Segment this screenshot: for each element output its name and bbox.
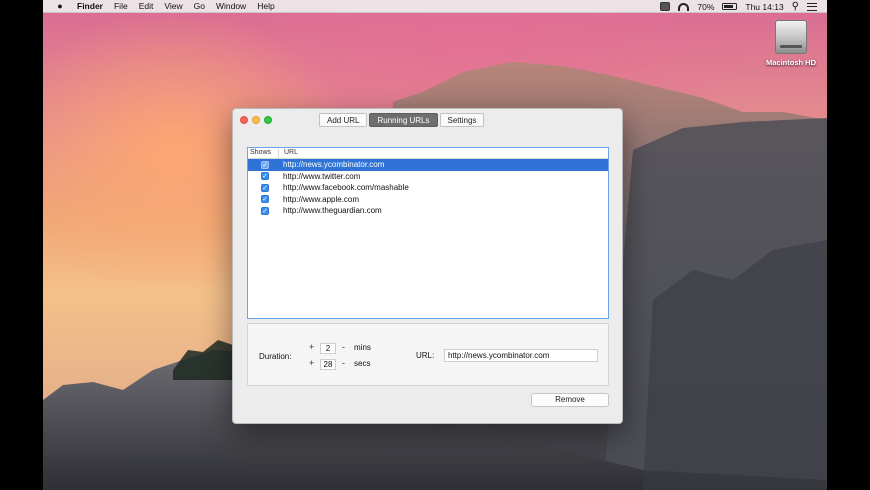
table-header: Shows URL <box>248 148 608 159</box>
detail-panel: Duration: + 2 - mins + 28 - secs URL: ht… <box>247 323 609 386</box>
url-table[interactable]: Shows URL ✓ http://news.ycombinator.com … <box>247 147 609 319</box>
table-row[interactable]: ✓ http://news.ycombinator.com <box>248 159 608 171</box>
hard-drive-icon[interactable] <box>775 20 807 54</box>
column-header-url[interactable]: URL <box>284 149 298 156</box>
apple-logo-icon[interactable]: ● <box>55 1 65 11</box>
app-window: Add URL Running URLs Settings Shows URL … <box>232 108 623 424</box>
url-label: URL: <box>416 351 435 360</box>
desktop-drive-macintosh-hd[interactable]: Macintosh HD <box>756 20 826 67</box>
table-row[interactable]: ✓ http://www.apple.com <box>248 194 608 206</box>
url-input[interactable]: http://news.ycombinator.com <box>444 349 598 362</box>
row-url: http://www.facebook.com/mashable <box>283 183 409 193</box>
disk-icon[interactable] <box>660 2 671 11</box>
secs-decrement-button[interactable]: - <box>342 358 345 368</box>
table-row[interactable]: ✓ http://www.theguardian.com <box>248 205 608 217</box>
menu-file[interactable]: File <box>114 1 128 11</box>
secs-increment-button[interactable]: + <box>309 358 314 368</box>
desktop: ● Finder File Edit View Go Window Help 7… <box>43 0 827 490</box>
row-url: http://www.twitter.com <box>283 171 361 181</box>
table-row[interactable]: ✓ http://www.facebook.com/mashable <box>248 182 608 194</box>
menu-view[interactable]: View <box>164 1 182 11</box>
show-checkbox[interactable]: ✓ <box>261 160 269 169</box>
mins-decrement-button[interactable]: - <box>342 342 345 352</box>
title-bar[interactable]: Add URL Running URLs Settings <box>233 109 622 131</box>
menu-window[interactable]: Window <box>216 1 246 11</box>
menu-help[interactable]: Help <box>257 1 274 11</box>
list-icon[interactable] <box>807 2 817 11</box>
battery-percentage: 70% <box>697 1 715 12</box>
secs-unit-label: secs <box>354 359 371 368</box>
close-window-button[interactable] <box>240 116 248 124</box>
menu-app-name[interactable]: Finder <box>77 1 103 11</box>
column-header-shows[interactable]: Shows <box>250 149 271 156</box>
minimize-window-button[interactable] <box>252 116 260 124</box>
duration-label: Duration: <box>259 352 292 361</box>
tab-running-urls[interactable]: Running URLs <box>369 113 438 127</box>
menu-extras: 70% Thu 14:13 ⚲ <box>660 0 817 13</box>
show-checkbox[interactable]: ✓ <box>261 206 269 215</box>
mins-increment-button[interactable]: + <box>309 342 314 352</box>
tab-settings[interactable]: Settings <box>439 113 485 127</box>
battery-icon[interactable] <box>722 3 738 10</box>
mins-field[interactable]: 2 <box>320 343 336 354</box>
secs-field[interactable]: 28 <box>320 359 336 370</box>
zoom-window-button[interactable] <box>264 116 272 124</box>
show-checkbox[interactable]: ✓ <box>261 195 269 204</box>
menu-bar: ● Finder File Edit View Go Window Help 7… <box>43 0 827 13</box>
menu-go[interactable]: Go <box>194 1 205 11</box>
row-url: http://www.theguardian.com <box>283 206 382 216</box>
wifi-icon[interactable] <box>678 2 690 11</box>
row-url: http://www.apple.com <box>283 194 360 204</box>
menu-edit[interactable]: Edit <box>139 1 154 11</box>
table-row[interactable]: ✓ http://www.twitter.com <box>248 171 608 183</box>
segmented-tabs: Add URL Running URLs Settings <box>319 113 486 127</box>
show-checkbox[interactable]: ✓ <box>261 183 269 192</box>
tab-add-url[interactable]: Add URL <box>319 113 368 127</box>
row-url: http://news.ycombinator.com <box>283 160 385 169</box>
remove-button[interactable]: Remove <box>531 393 609 407</box>
show-checkbox[interactable]: ✓ <box>261 172 269 181</box>
drive-label: Macintosh HD <box>765 58 816 67</box>
menu-clock[interactable]: Thu 14:13 <box>745 2 783 12</box>
column-divider <box>278 149 279 158</box>
mins-unit-label: mins <box>354 343 371 352</box>
search-icon[interactable]: ⚲ <box>792 1 799 12</box>
